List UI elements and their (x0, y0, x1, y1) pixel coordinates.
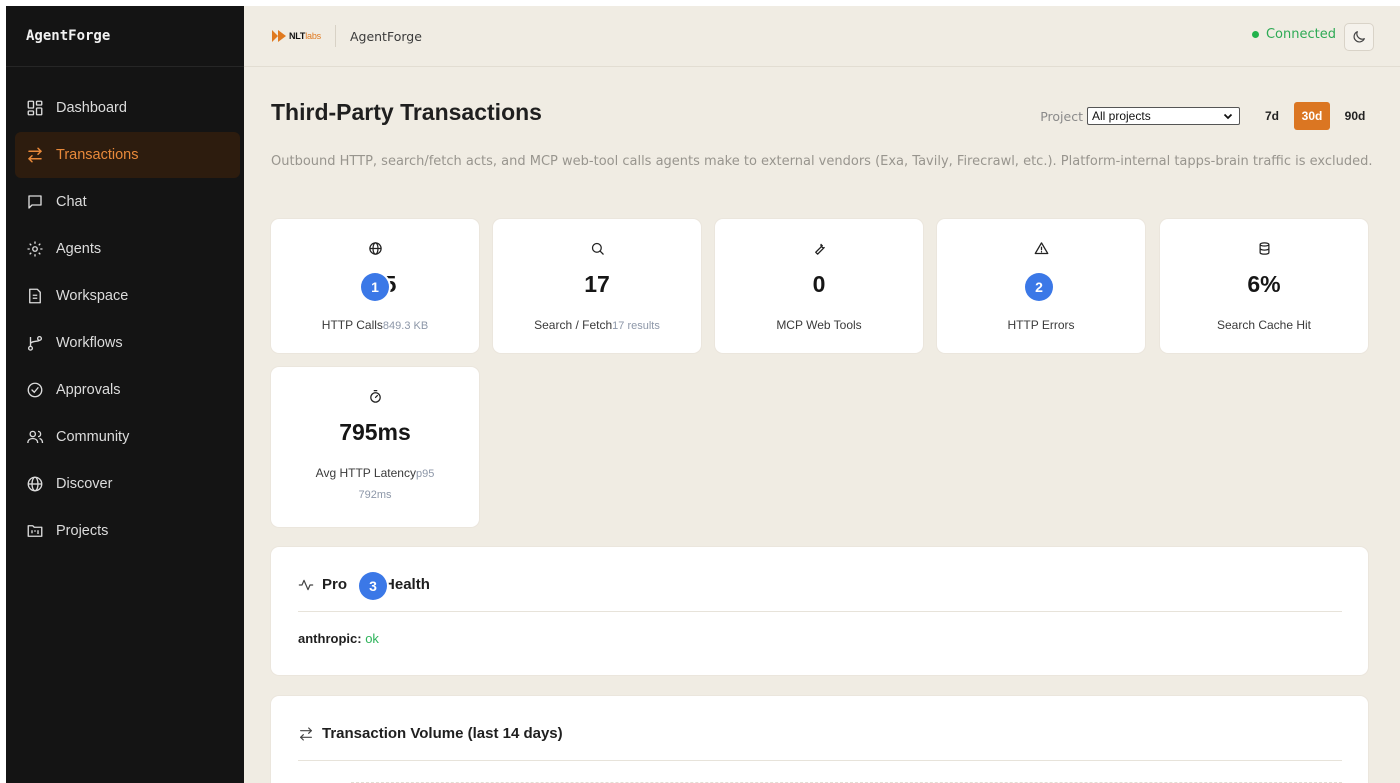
status-dot-icon (1251, 31, 1259, 38)
stat-sub: 17 results (612, 320, 660, 332)
sidebar-item-approvals[interactable]: Approvals (15, 367, 240, 413)
stat-card-search-cache-hit: 6% Search Cache Hit (1160, 219, 1368, 353)
folder-kanban-icon (26, 522, 44, 540)
top-divider (334, 25, 336, 47)
alert-triangle-icon (1034, 242, 1048, 255)
main-content: NLTlabs AgentForge Connected Third-Party… (244, 6, 1400, 783)
stopwatch-icon (369, 389, 381, 403)
arrows-exchange-icon (26, 146, 44, 164)
provider-name: anthropic: (298, 631, 362, 646)
panel-divider (298, 760, 1342, 761)
globe-icon (26, 475, 44, 493)
range-90d-button[interactable]: 90d (1332, 102, 1378, 130)
sidebar-item-discover[interactable]: Discover (15, 461, 240, 507)
search-icon (591, 242, 604, 255)
sidebar-item-workspace[interactable]: Workspace (15, 273, 240, 319)
project-filter-label: Project (1040, 108, 1083, 124)
transaction-volume-title: Transaction Volume (last 14 days) (298, 725, 563, 742)
nltlabs-logo[interactable]: NLTlabs (271, 23, 321, 49)
stat-label: HTTP Calls (321, 318, 383, 332)
provider-health-panel: Pro r Health anthropic: ok (271, 547, 1368, 675)
sidebar: AgentForge Dashboard Transactions Chat A… (6, 6, 244, 783)
project-select[interactable]: All projects (1087, 107, 1240, 125)
annotation-marker-3: 3 (359, 572, 387, 600)
top-app-name: AgentForge (349, 28, 422, 44)
sidebar-item-chat[interactable]: Chat (15, 179, 240, 225)
filter-bar: Project All projects 7d 30d 90d (1040, 102, 1378, 130)
sidebar-item-community[interactable]: Community (15, 414, 240, 460)
project-select-value: All projects (1092, 109, 1151, 123)
sidebar-item-label: Transactions (56, 147, 139, 163)
globe-icon (368, 242, 382, 255)
chevron-down-icon (1223, 113, 1233, 120)
app-window: AgentForge Dashboard Transactions Chat A… (6, 6, 1400, 783)
sidebar-item-label: Agents (56, 241, 102, 257)
database-icon (1259, 242, 1269, 255)
sidebar-item-workflows[interactable]: Workflows (15, 320, 240, 366)
sidebar-item-label: Workflows (56, 335, 123, 351)
page-subtitle: Outbound HTTP, search/fetch acts, and MC… (271, 154, 1373, 169)
range-30d-button[interactable]: 30d (1294, 102, 1330, 130)
sidebar-item-dashboard[interactable]: Dashboard (15, 85, 240, 131)
users-icon (26, 428, 44, 446)
annotation-marker-2: 2 (1025, 273, 1053, 301)
provider-health-row: anthropic: ok (298, 631, 379, 646)
sidebar-item-label: Projects (56, 523, 109, 539)
annotation-marker-1: 1 (361, 273, 389, 301)
arrows-exchange-icon (300, 726, 312, 741)
theme-toggle-button[interactable] (1344, 23, 1374, 51)
sidebar-item-label: Discover (56, 476, 113, 492)
stat-value: 0 (812, 271, 826, 297)
dashboard-grid-icon (26, 99, 44, 117)
provider-health-title-start: Pro (322, 576, 348, 593)
stat-value: 6% (1247, 271, 1281, 297)
sidebar-item-label: Dashboard (56, 100, 127, 116)
sidebar-item-projects[interactable]: Projects (15, 508, 240, 554)
git-branch-icon (26, 334, 44, 352)
stat-value: 17 (584, 271, 610, 297)
sidebar-item-transactions[interactable]: Transactions (15, 132, 240, 178)
panel-divider (298, 611, 1342, 612)
stat-value: 795ms (339, 419, 411, 445)
stat-label: Search / Fetch (534, 318, 613, 332)
moon-icon (1353, 31, 1365, 43)
logo-suffix: labs (305, 31, 321, 41)
provider-status: ok (365, 631, 379, 646)
stat-card-avg-http-latency: 795ms Avg HTTP Latencyp95 792ms (271, 367, 479, 527)
wrench-icon (814, 243, 825, 255)
sidebar-item-agents[interactable]: Agents (15, 226, 240, 272)
stat-card-search-fetch: 17 Search / Fetch17 results (493, 219, 701, 353)
sidebar-brand[interactable]: AgentForge (6, 6, 244, 67)
document-icon (26, 287, 44, 305)
transaction-volume-panel: Transaction Volume (last 14 days) (271, 696, 1368, 783)
sidebar-item-label: Chat (56, 194, 87, 210)
stat-label: HTTP Errors (1007, 318, 1075, 332)
sidebar-item-label: Community (56, 429, 130, 445)
check-circle-icon (26, 381, 44, 399)
sidebar-nav: Dashboard Transactions Chat Agents Works… (6, 67, 244, 554)
connection-status: Connected (1251, 27, 1336, 42)
page-title: Third-Party Transactions (271, 99, 542, 125)
transaction-volume-title-text: Transaction Volume (last 14 days) (322, 725, 563, 742)
top-bar: NLTlabs AgentForge Connected (244, 6, 1400, 67)
connection-status-label: Connected (1265, 27, 1336, 42)
logo-text: NLT (289, 31, 306, 41)
stat-sub-value: 792ms (358, 489, 392, 501)
gear-icon (26, 240, 44, 258)
activity-pulse-icon (298, 579, 314, 590)
stat-label: Search Cache Hit (1216, 318, 1312, 332)
stat-label: Avg HTTP Latency (315, 466, 416, 480)
stat-label: MCP Web Tools (776, 318, 862, 332)
stat-card-mcp-web-tools: 0 MCP Web Tools (715, 219, 923, 353)
stat-sub: p95 (415, 468, 435, 480)
logo-mark-icon (272, 30, 286, 42)
chat-bubble-icon (26, 193, 44, 211)
range-7d-button[interactable]: 7d (1252, 102, 1292, 130)
sidebar-item-label: Workspace (56, 288, 129, 304)
stat-sub: 849.3 KB (382, 320, 429, 332)
sidebar-item-label: Approvals (56, 382, 121, 398)
